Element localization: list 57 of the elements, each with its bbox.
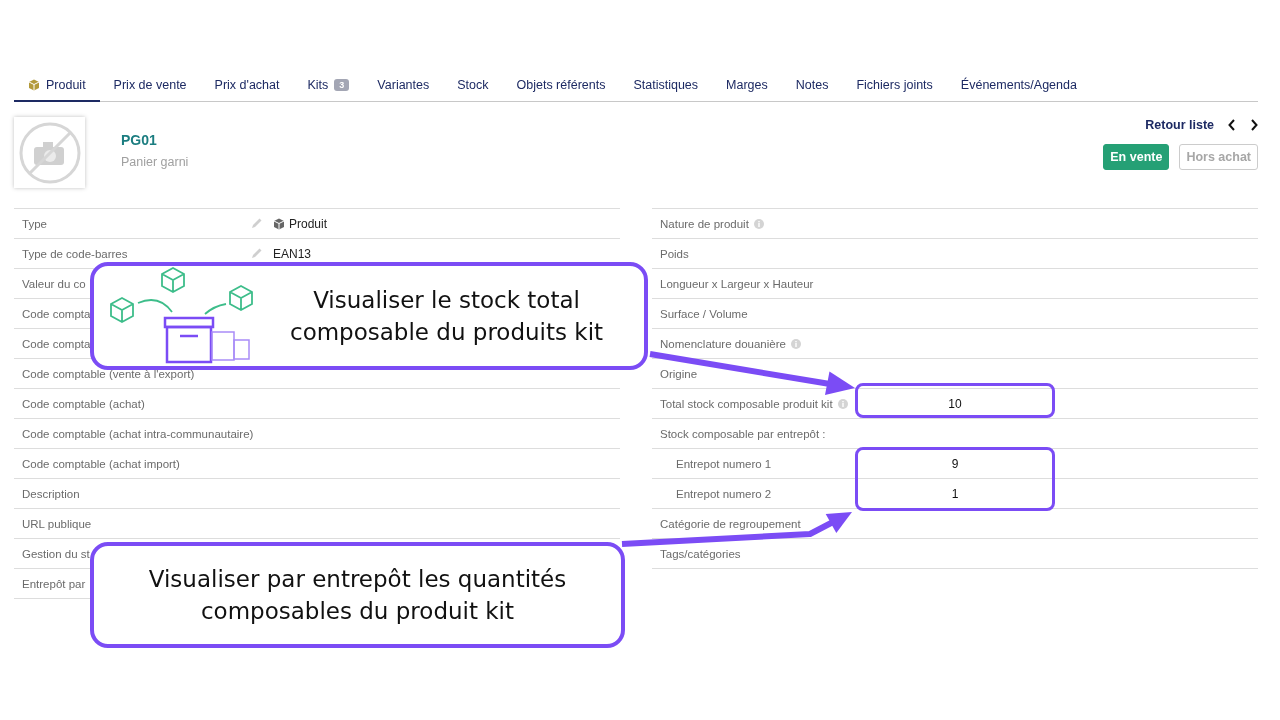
field-label: Description xyxy=(22,487,80,500)
field-label: Valeur du co xyxy=(22,277,86,290)
field-label: Tags/catégories xyxy=(660,547,741,560)
tab[interactable]: Produit xyxy=(14,70,100,102)
pencil-icon[interactable] xyxy=(251,216,263,229)
field-value: 1 xyxy=(951,486,959,501)
tab[interactable]: Événements/Agenda xyxy=(946,70,1091,102)
field-label: Stock composable par entrepôt : xyxy=(660,427,826,440)
field-label: Entrepot numero 1 xyxy=(676,457,772,470)
tab[interactable]: Prix d'achat xyxy=(200,70,294,102)
field-label: Code comptable (vente à l'export) xyxy=(22,367,195,380)
tab[interactable]: Fichiers joints xyxy=(842,70,947,102)
field-label: Type de code-barres xyxy=(22,247,128,260)
field-label: Origine xyxy=(660,367,698,380)
product-ref: PG01 xyxy=(121,132,158,148)
back-to-list-link[interactable]: Retour liste xyxy=(1145,118,1214,132)
field-value: EAN13 xyxy=(273,246,312,261)
field-label: Entrepôt par xyxy=(22,577,86,590)
field-label: Type xyxy=(22,217,47,230)
field-label: Code comptable (achat import) xyxy=(22,457,180,470)
field-label: Total stock composable produit kit xyxy=(660,397,833,410)
field-value: 10 xyxy=(948,396,962,411)
product-label: Panier garni xyxy=(121,155,189,169)
field-label: Entrepot numero 2 xyxy=(676,487,772,500)
tab[interactable]: Marges xyxy=(712,70,782,102)
field-label: Gestion du st xyxy=(22,547,90,560)
info-icon[interactable] xyxy=(753,218,764,229)
field-label: Code compta xyxy=(22,307,91,320)
field-label: Longueur x Largeur x Hauteur xyxy=(660,277,814,290)
previous-icon[interactable] xyxy=(1228,119,1236,131)
callout-text: Visualiser le stock total composable du produits kit xyxy=(290,285,604,347)
tab[interactable]: Stock xyxy=(443,70,503,102)
field-label: Nomenclature douanière xyxy=(660,337,786,350)
tab[interactable]: Objets référents xyxy=(502,70,620,102)
info-icon[interactable] xyxy=(790,338,801,349)
info-icon[interactable] xyxy=(837,398,848,409)
next-icon[interactable] xyxy=(1250,119,1258,131)
field-label: Catégorie de regroupement xyxy=(660,517,801,530)
field-label: Nature de produit xyxy=(660,217,749,230)
tab[interactable]: Statistiques xyxy=(619,70,713,102)
tab[interactable]: Prix de vente xyxy=(99,70,201,102)
field-value: Produit xyxy=(289,216,328,231)
field-value: 9 xyxy=(951,456,959,471)
count-badge: 3 xyxy=(334,79,350,91)
field-label: Code compta xyxy=(22,337,91,350)
tab[interactable]: Notes xyxy=(781,70,843,102)
pencil-icon[interactable] xyxy=(251,246,263,259)
field-label: URL publique xyxy=(22,517,92,530)
tab[interactable]: Kits 3 xyxy=(293,70,364,102)
field-label: Poids xyxy=(660,247,689,260)
field-label: Code comptable (achat) xyxy=(22,397,145,410)
cube-icon xyxy=(273,217,285,230)
callout-text: Visualiser par entrepôt les quantités composables du produit kit xyxy=(148,564,567,626)
tab[interactable]: Variantes xyxy=(363,70,444,102)
field-label: Surface / Volume xyxy=(660,307,748,320)
field-label: Code comptable (achat intra-communautaire) xyxy=(22,427,254,440)
cube-icon xyxy=(28,79,40,91)
